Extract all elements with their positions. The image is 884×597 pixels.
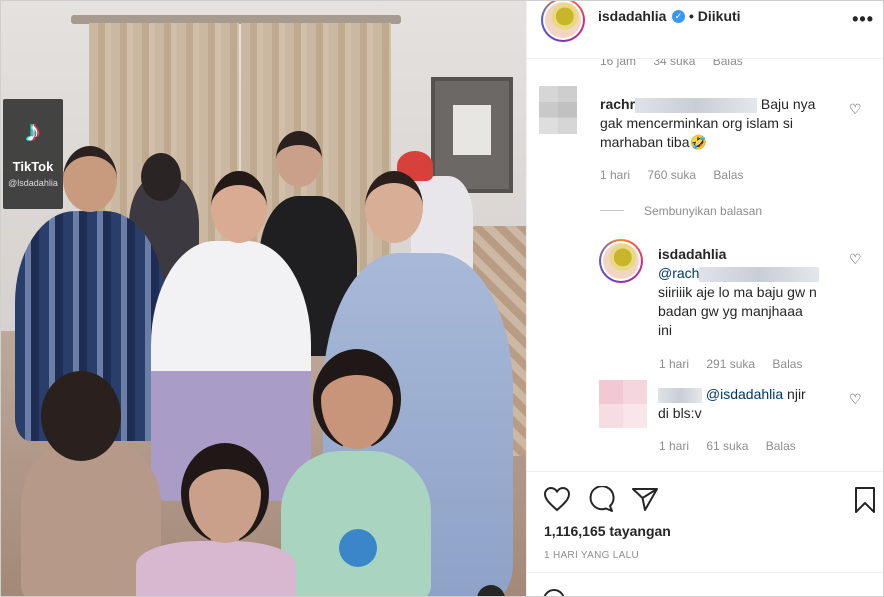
like-heart-icon[interactable] bbox=[543, 486, 571, 512]
post-header: isdadahlia ✓ • Diikuti ••• bbox=[527, 1, 883, 59]
reply-likes[interactable]: 61 suka bbox=[706, 439, 748, 453]
verified-badge-icon: ✓ bbox=[672, 10, 685, 23]
reply-like-heart-icon[interactable]: ♡ bbox=[849, 251, 862, 268]
comment-text: marhaban tiba🤣 bbox=[600, 134, 707, 150]
person-head bbox=[211, 171, 267, 243]
person-head bbox=[365, 171, 423, 243]
reply-avatar[interactable] bbox=[599, 380, 647, 428]
comments-list[interactable]: 16 jam 34 suka Balas rachr Baju nya gak … bbox=[527, 1, 883, 471]
comment-text: Baju nya bbox=[760, 96, 816, 112]
girl-head bbox=[313, 349, 401, 449]
reply-text: siiriiik aje lo ma baju gw n bbox=[658, 284, 817, 300]
comment-like-heart-icon[interactable]: ♡ bbox=[849, 101, 862, 118]
reply-meta: 1 hari 291 suka Balas bbox=[659, 357, 816, 371]
post-actions: 1,116,165 tayangan 1 HARI YANG LALU bbox=[527, 471, 883, 596]
follow-status-button[interactable]: • Diikuti bbox=[689, 8, 741, 24]
hide-replies-line bbox=[600, 210, 624, 211]
comment-reply-button[interactable]: Balas bbox=[713, 168, 743, 182]
hide-replies-button[interactable]: Sembunyikan balasan bbox=[644, 204, 762, 218]
comment-bubble-icon[interactable] bbox=[587, 486, 615, 512]
redacted-username bbox=[699, 266, 820, 282]
redacted-username bbox=[658, 387, 702, 403]
separator-dot: • bbox=[689, 8, 694, 24]
reply-avatar[interactable] bbox=[599, 239, 643, 283]
reply-reply-button[interactable]: Balas bbox=[766, 439, 796, 453]
comment-time: 1 hari bbox=[600, 168, 631, 182]
more-options-icon[interactable]: ••• bbox=[852, 9, 874, 30]
reply-text: badan gw yg manjhaaa bbox=[658, 303, 803, 319]
comment-item: rachr Baju nya gak mencerminkan org isla… bbox=[600, 95, 850, 152]
person-head bbox=[141, 153, 181, 201]
child-front bbox=[136, 541, 296, 596]
comment-text: gak mencerminkan org islam si bbox=[600, 115, 793, 131]
comment-meta: 1 hari 760 suka Balas bbox=[600, 168, 757, 182]
child-head bbox=[181, 443, 269, 543]
reply-meta: 1 hari 61 suka Balas bbox=[659, 439, 810, 453]
reply-reply-button[interactable]: Balas bbox=[772, 357, 802, 371]
reply-mention[interactable]: @isdadahlia bbox=[706, 386, 783, 402]
share-send-icon[interactable] bbox=[631, 486, 659, 512]
shirt-balloon-print bbox=[339, 529, 377, 567]
person-head bbox=[276, 131, 322, 187]
commenter-avatar[interactable] bbox=[539, 86, 577, 134]
reply-likes[interactable]: 291 suka bbox=[706, 357, 755, 371]
reply-text: di bls:v bbox=[658, 405, 702, 421]
follow-status-label: Diikuti bbox=[697, 8, 741, 24]
child-hair bbox=[41, 371, 121, 461]
view-count[interactable]: 1,116,165 tayangan bbox=[544, 523, 671, 539]
reply-mention[interactable]: @rach bbox=[658, 265, 699, 281]
author-avatar[interactable] bbox=[541, 1, 585, 42]
reply-username[interactable]: isdadahlia bbox=[658, 246, 726, 262]
reply-text: njir bbox=[787, 386, 806, 402]
tiktok-logo-icon: ♪ bbox=[25, 115, 41, 148]
reply-like-heart-icon[interactable]: ♡ bbox=[849, 391, 862, 408]
post-sidebar: 16 jam 34 suka Balas rachr Baju nya gak … bbox=[526, 1, 883, 596]
person-head bbox=[63, 146, 117, 212]
tiktok-watermark-label: TikTok bbox=[12, 159, 54, 174]
tiktok-watermark: ♪ TikTok @lsdadahlia bbox=[3, 99, 63, 209]
tiktok-watermark-handle: @lsdadahlia bbox=[8, 178, 58, 188]
girl-green-shirt bbox=[281, 451, 431, 596]
post-video[interactable]: ♪ TikTok @lsdadahlia bbox=[1, 1, 526, 596]
emoji-picker-icon[interactable] bbox=[543, 589, 565, 596]
post-time-ago: 1 HARI YANG LALU bbox=[544, 550, 640, 561]
save-bookmark-icon[interactable] bbox=[853, 486, 877, 514]
reply-time: 1 hari bbox=[659, 357, 690, 371]
reply-text: ini bbox=[658, 322, 673, 338]
reply-item: isdadahlia @rach siiriiik aje lo ma baju… bbox=[658, 245, 858, 340]
add-comment-bar[interactable] bbox=[527, 572, 883, 596]
reply-time: 1 hari bbox=[659, 439, 690, 453]
author-username[interactable]: isdadahlia bbox=[598, 8, 666, 24]
redacted-username bbox=[635, 97, 758, 113]
comment-likes[interactable]: 760 suka bbox=[647, 168, 696, 182]
reply-item: @isdadahlia njir di bls:v bbox=[658, 385, 858, 423]
post-modal: ♪ TikTok @lsdadahlia 16 jam 34 suka Bala… bbox=[0, 0, 884, 597]
comment-username[interactable]: rachr bbox=[600, 96, 635, 112]
